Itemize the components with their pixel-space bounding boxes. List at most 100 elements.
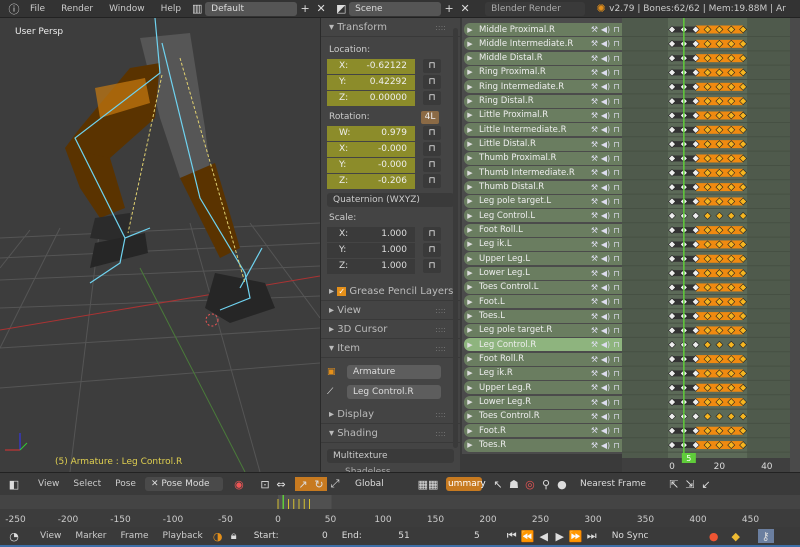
channel-row[interactable]: ▶ Toes.L ⚒ ◀) ⊓ (464, 309, 622, 323)
channel-row[interactable]: ▶ Ring Distal.R ⚒ ◀) ⊓ (464, 94, 622, 108)
channel-row[interactable]: ▶ Foot.R ⚒ ◀) ⊓ (464, 424, 622, 438)
rotation-0-field[interactable]: W: 0.979 (327, 125, 415, 141)
channel-row[interactable]: ▶ Leg ik.R ⚒ ◀) ⊓ (464, 366, 622, 380)
scale-2-field[interactable]: Z: 1.000 (327, 258, 415, 274)
expand-icon[interactable]: ▶ (464, 226, 476, 234)
speaker-icon[interactable]: ◀) (600, 340, 611, 349)
lock-icon[interactable]: ⊓ (611, 312, 622, 321)
channel-row[interactable]: ▶ Thumb Intermediate.R ⚒ ◀) ⊓ (464, 166, 622, 180)
scale-icon[interactable]: ⤢ (327, 477, 343, 491)
rotation-2-field[interactable]: Y: -0.000 (327, 157, 415, 173)
location-2-field[interactable]: Z: 0.00000 (327, 90, 415, 106)
channel-row[interactable]: ▶ Toes Control.L ⚒ ◀) ⊓ (464, 280, 622, 294)
expand-icon[interactable]: ▶ (464, 441, 476, 449)
rotation-3-field[interactable]: Z: -0.206 (327, 173, 415, 189)
wrench-icon[interactable]: ⚒ (589, 398, 600, 407)
wrench-icon[interactable]: ⚒ (589, 39, 600, 48)
wrench-icon[interactable]: ⚒ (589, 441, 600, 450)
lock-icon[interactable]: ⊓ (611, 211, 622, 220)
sync-select[interactable]: No Sync (605, 529, 692, 543)
channel-row[interactable]: ▶ Middle Intermediate.R ⚒ ◀) ⊓ (464, 37, 622, 51)
lock-icon[interactable]: ⊓ (611, 111, 622, 120)
menu-file[interactable]: File (30, 4, 45, 14)
item-panel-header[interactable]: ▾ Item:::: (321, 339, 460, 358)
keying-icon[interactable]: ◆ (728, 529, 744, 543)
scale-1-field[interactable]: Y: 1.000 (327, 242, 415, 258)
lock-icon[interactable]: ⊓ (611, 54, 622, 63)
expand-icon[interactable]: ▶ (464, 97, 476, 105)
lifebuoy-icon[interactable]: ◎ (522, 477, 538, 491)
lock-icon[interactable]: ⊓ (611, 226, 622, 235)
lock-icon[interactable]: ⊓ (611, 197, 622, 206)
copy-pose-icon[interactable]: ⇱ (666, 477, 682, 491)
speaker-icon[interactable]: ◀) (600, 183, 611, 192)
play-reverse-icon[interactable]: ◀ (536, 529, 552, 543)
menu-marker[interactable]: Marker (75, 531, 106, 541)
proportional-icon[interactable]: ● (554, 477, 570, 491)
channel-row[interactable]: ▶ Little Distal.R ⚒ ◀) ⊓ (464, 137, 622, 151)
menu-window[interactable]: Window (109, 4, 145, 14)
lock-icon[interactable]: ⊓ (611, 254, 622, 263)
shading-panel-header[interactable]: ▾ Shading:::: (321, 424, 460, 443)
menu-view[interactable]: View (38, 479, 59, 489)
speaker-icon[interactable]: ◀) (600, 111, 611, 120)
channel-row[interactable]: ▶ Leg Control.L ⚒ ◀) ⊓ (464, 209, 622, 223)
speaker-icon[interactable]: ◀) (600, 226, 611, 235)
expand-icon[interactable]: ▶ (464, 40, 476, 48)
speaker-icon[interactable]: ◀) (600, 39, 611, 48)
lock-icon[interactable]: ⊓ (611, 326, 622, 335)
lock-icon[interactable]: ⊓ (611, 412, 622, 421)
lock-icon[interactable]: 🔒︎ (226, 529, 242, 543)
wrench-icon[interactable]: ⚒ (589, 326, 600, 335)
keyframe-area[interactable]: 5 0 20 40 (622, 18, 790, 472)
channel-row[interactable]: ▶ Ring Intermediate.R ⚒ ◀) ⊓ (464, 80, 622, 94)
expand-icon[interactable]: ▶ (464, 83, 476, 91)
wrench-icon[interactable]: ⚒ (589, 111, 600, 120)
wrench-icon[interactable]: ⚒ (589, 240, 600, 249)
expand-icon[interactable]: ▶ (464, 255, 476, 263)
start-frame-field[interactable]: Start: 0 (247, 529, 334, 543)
speaker-icon[interactable]: ◀) (600, 369, 611, 378)
speaker-icon[interactable]: ◀) (600, 125, 611, 134)
speaker-icon[interactable]: ◀) (600, 283, 611, 292)
channel-row[interactable]: ▶ Foot Roll.R ⚒ ◀) ⊓ (464, 352, 622, 366)
expand-icon[interactable]: ▶ (464, 341, 476, 349)
lock-icon[interactable]: ⊓ (423, 174, 441, 188)
lock-icon[interactable]: ⊓ (611, 355, 622, 364)
add-layout-icon[interactable]: + (297, 2, 313, 16)
keying-set-icon[interactable]: ⚷ (757, 529, 774, 543)
speaker-icon[interactable]: ◀) (600, 68, 611, 77)
scale-0-field[interactable]: X: 1.000 (327, 226, 415, 242)
channel-row[interactable]: ▶ Upper Leg.L ⚒ ◀) ⊓ (464, 252, 622, 266)
menu-playback[interactable]: Playback (163, 531, 203, 541)
expand-icon[interactable]: ▶ (464, 54, 476, 62)
next-keyframe-icon[interactable]: ⏩ (568, 529, 584, 543)
speaker-icon[interactable]: ◀) (600, 441, 611, 450)
end-frame-field[interactable]: End: 51 (335, 529, 416, 543)
scene-field[interactable]: Scene (349, 1, 442, 16)
channel-row[interactable]: ▶ Foot Roll.L ⚒ ◀) ⊓ (464, 223, 622, 237)
ghost-icon[interactable]: ☗ (506, 477, 522, 491)
expand-icon[interactable]: ▶ (464, 283, 476, 291)
channel-row[interactable]: ▶ Lower Leg.L ⚒ ◀) ⊓ (464, 266, 622, 280)
rotation-mode-select[interactable]: Quaternion (WXYZ) (327, 193, 454, 207)
speaker-icon[interactable]: ◀) (600, 326, 611, 335)
shading-mode-select[interactable]: Multitexture (327, 449, 454, 463)
wrench-icon[interactable]: ⚒ (589, 197, 600, 206)
expand-icon[interactable]: ▶ (464, 312, 476, 320)
channel-row[interactable]: ▶ Ring Proximal.R ⚒ ◀) ⊓ (464, 65, 622, 79)
lock-icon[interactable]: ⊓ (611, 426, 622, 435)
preview-range-icon[interactable]: ◑ (210, 529, 226, 543)
wrench-icon[interactable]: ⚒ (589, 140, 600, 149)
wrench-icon[interactable]: ⚒ (589, 54, 600, 63)
lock-icon[interactable]: ⊓ (611, 39, 622, 48)
lock-icon[interactable]: ⊓ (611, 383, 622, 392)
speaker-icon[interactable]: ◀) (600, 240, 611, 249)
jump-start-icon[interactable]: ⏮ (504, 529, 520, 543)
lock-icon[interactable]: ⊓ (611, 441, 622, 450)
lock-icon[interactable]: ⊓ (423, 227, 441, 241)
wrench-icon[interactable]: ⚒ (589, 283, 600, 292)
lock-icon[interactable]: ⊓ (611, 140, 622, 149)
orientation-select[interactable]: Global (348, 477, 404, 491)
expand-icon[interactable]: ▶ (464, 169, 476, 177)
